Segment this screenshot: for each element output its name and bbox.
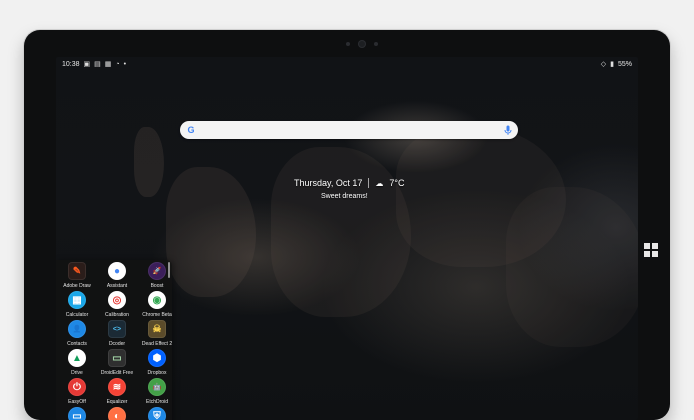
chrome-beta-icon: ◉ bbox=[148, 291, 166, 309]
app-label: Dropbox bbox=[147, 370, 167, 376]
sensor-dot-2 bbox=[374, 42, 378, 46]
signal-icon: ▮ bbox=[610, 60, 614, 68]
app-drawer[interactable]: ✎ Adobe Draw ● Assistant 🚀 Boost ▦ Calcu… bbox=[56, 260, 172, 420]
adobe-draw-icon: ✎ bbox=[68, 262, 86, 280]
firefox-icon: ◐ bbox=[108, 407, 126, 420]
greeting-text: Sweet dreams! bbox=[321, 193, 368, 200]
app-tile[interactable]: ◎ Calibration bbox=[100, 291, 134, 320]
assistant-icon: ● bbox=[108, 262, 126, 280]
app-label: Calibration bbox=[105, 312, 129, 318]
app-label: Boost bbox=[150, 283, 164, 289]
app-tile[interactable]: <> Dcoder bbox=[100, 320, 134, 349]
app-label: Chrome Beta bbox=[142, 312, 172, 318]
equalizer-icon: ≋ bbox=[108, 378, 126, 396]
app-label: Drive bbox=[71, 370, 83, 376]
app-tile[interactable]: 🚀 Boost bbox=[140, 262, 174, 291]
app-label: Dcoder bbox=[108, 341, 126, 347]
app-tile[interactable]: ☠ Dead Effect 2 bbox=[140, 320, 174, 349]
status-time: 10:38 bbox=[62, 60, 80, 68]
app-tile[interactable]: ▭ bbox=[60, 407, 94, 420]
sync-icon: ◔ bbox=[115, 60, 120, 68]
wallpaper-rock bbox=[134, 127, 164, 197]
app-label: Dead Effect 2 bbox=[141, 341, 173, 347]
glance-divider bbox=[368, 178, 370, 188]
inbox-icon: ▤ bbox=[94, 60, 101, 68]
boost-icon: 🚀 bbox=[148, 262, 166, 280]
status-bar: 10:38 ▣ ▤ ▦ ◔ • ◇ ▮ 55% bbox=[56, 57, 638, 71]
app-label: Contacts bbox=[67, 341, 87, 347]
calibration-icon: ◎ bbox=[108, 291, 126, 309]
app-grid: ✎ Adobe Draw ● Assistant 🚀 Boost ▦ Calcu… bbox=[60, 262, 172, 420]
dropbox-icon: ⬢ bbox=[148, 349, 166, 367]
etchdroid-icon: 🤖 bbox=[148, 378, 166, 396]
app-tile[interactable]: ◐ bbox=[100, 407, 134, 420]
tablet-frame: 10:38 ▣ ▤ ▦ ◔ • ◇ ▮ 55% G Thursday, Oct … bbox=[24, 30, 670, 420]
app-label: Adobe Draw bbox=[63, 283, 91, 289]
dcoder-icon: <> bbox=[108, 320, 126, 338]
wallpaper-rock bbox=[506, 187, 638, 347]
status-right: ◇ ▮ 55% bbox=[601, 61, 632, 68]
camera-cluster bbox=[346, 40, 378, 48]
app-tile[interactable]: ⬢ Dropbox bbox=[140, 349, 174, 378]
app-tile[interactable]: 👤 Contacts bbox=[60, 320, 94, 349]
android-screen: 10:38 ▣ ▤ ▦ ◔ • ◇ ▮ 55% G Thursday, Oct … bbox=[56, 57, 638, 420]
app-label: Calculator bbox=[65, 312, 89, 318]
battery-percent: 55% bbox=[617, 60, 632, 68]
calendar-icon: ▦ bbox=[104, 60, 112, 68]
dead-effect-2-icon: ☠ bbox=[148, 320, 166, 338]
temperature-text: 7°C bbox=[389, 178, 405, 188]
app-tile[interactable]: 🤖 EtchDroid bbox=[140, 378, 174, 407]
app-tile[interactable]: ● Assistant bbox=[100, 262, 134, 291]
google-search-bar[interactable]: G bbox=[180, 121, 518, 139]
app-tile[interactable]: ▦ Calculator bbox=[60, 291, 94, 320]
app-label: Assistant bbox=[106, 283, 128, 289]
at-a-glance[interactable]: Thursday, Oct 17 ☁ 7°C bbox=[294, 178, 404, 188]
app-tile[interactable]: ▲ Drive bbox=[60, 349, 94, 378]
mic-icon[interactable] bbox=[504, 125, 512, 135]
shield-icon: ⛨ bbox=[148, 407, 166, 420]
date-text: Thursday, Oct 17 bbox=[294, 178, 363, 188]
status-left: 10:38 ▣ ▤ ▦ ◔ • bbox=[62, 61, 126, 68]
app-tile[interactable]: ◉ Chrome Beta bbox=[140, 291, 174, 320]
contacts-icon: 👤 bbox=[68, 320, 86, 338]
wifi-icon: ◇ bbox=[600, 60, 607, 68]
app-tile[interactable]: ✎ Adobe Draw bbox=[60, 262, 94, 291]
calculator-icon: ▦ bbox=[68, 291, 86, 309]
drive-icon: ▲ bbox=[68, 349, 86, 367]
wallpaper-rock bbox=[271, 147, 411, 317]
windows-icon[interactable] bbox=[644, 243, 658, 257]
app-label: DroidEdit Free bbox=[100, 370, 134, 376]
image-icon: ▣ bbox=[83, 60, 91, 68]
files-icon: ▭ bbox=[68, 407, 86, 420]
sensor-dot bbox=[346, 42, 350, 46]
dot-icon: • bbox=[123, 60, 127, 68]
droidedit-icon: ▭ bbox=[108, 349, 126, 367]
google-icon: G bbox=[187, 125, 195, 135]
weather-icon: ☁ bbox=[375, 178, 384, 188]
wallpaper-rock bbox=[166, 167, 256, 297]
app-tile[interactable]: ⏻ EasyOff bbox=[60, 378, 94, 407]
app-tile[interactable]: ▭ DroidEdit Free bbox=[100, 349, 134, 378]
easyoff-icon: ⏻ bbox=[68, 378, 86, 396]
app-tile[interactable]: ≋ Equalizer bbox=[100, 378, 134, 407]
app-tile[interactable]: ⛨ bbox=[140, 407, 174, 420]
front-camera bbox=[358, 40, 366, 48]
